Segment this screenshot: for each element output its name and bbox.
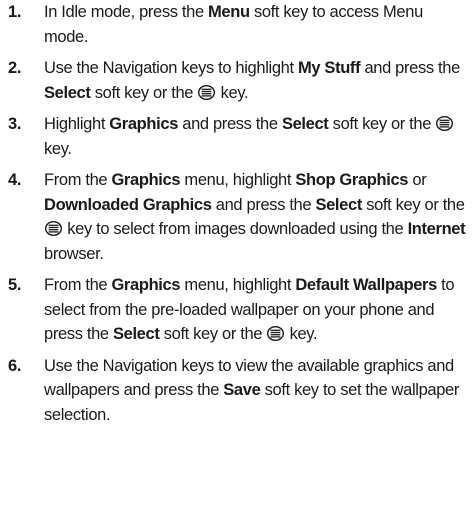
step-text-run: From the (44, 276, 112, 294)
step-text-run: and press the (360, 59, 460, 77)
step-item: 1. In Idle mode, press the Menu soft key … (0, 0, 474, 49)
step-text-run: key to select from images downloaded usi… (63, 220, 408, 238)
step-number: 5. (8, 276, 22, 294)
step-text-run: key. (44, 139, 72, 158)
step-number: 3. (8, 115, 22, 133)
step-number: 4. (8, 171, 22, 189)
step-number: 6. (8, 356, 22, 375)
step-text-run: menu, highlight (180, 276, 296, 294)
step-emphasis: Graphics (109, 115, 179, 133)
step-emphasis: Save (223, 381, 261, 399)
step-emphasis: Default Wallpapers (295, 276, 437, 294)
step-text: From the Graphics menu, highlight Shop G… (44, 171, 466, 263)
step-item: 5. From the Graphics menu, highlight Defa… (0, 273, 474, 347)
step-text-run: browser. (44, 244, 104, 263)
step-text-run: and press the (211, 195, 316, 214)
step-emphasis: Graphics (111, 171, 181, 189)
step-text-run: key. (216, 83, 249, 102)
step-text-run: menu, highlight (180, 171, 296, 189)
step-item: 3. Highlight Graphics and press the Selec… (0, 112, 474, 161)
step-text: Use the Navigation keys to view the avai… (44, 357, 459, 424)
step-emphasis: Downloaded Graphics (44, 195, 212, 214)
step-emphasis: Internet (407, 220, 466, 238)
step-text-run: Highlight (44, 115, 110, 133)
step-emphasis: Shop Graphics (295, 171, 409, 189)
step-text-run: From the (44, 171, 112, 189)
step-item: 4. From the Graphics menu, highlight Shop… (0, 168, 474, 266)
step-item: 6. Use the Navigation keys to view the av… (0, 354, 474, 428)
step-emphasis: Select (315, 195, 362, 214)
step-text-run: soft key or the (90, 83, 198, 102)
step-number: 2. (8, 59, 22, 77)
step-text-run: In Idle mode, press the (44, 3, 209, 21)
step-text-run: or (408, 171, 427, 189)
step-text: From the Graphics menu, highlight Defaul… (44, 276, 455, 343)
step-text-run: and press the (178, 115, 282, 133)
step-emphasis: Select (281, 115, 329, 133)
step-emphasis: Menu (208, 3, 250, 21)
instruction-steps: 1. In Idle mode, press the Menu soft key … (0, 0, 474, 427)
step-text: In Idle mode, press the Menu soft key to… (44, 3, 423, 46)
step-text-run: Use the Navigation keys to highlight (44, 59, 298, 77)
ok-key-icon (436, 114, 454, 132)
step-text-run: soft key or the (159, 325, 267, 343)
step-item: 2. Use the Navigation keys to highlight M… (0, 56, 474, 105)
ok-key-icon (44, 219, 63, 237)
step-emphasis: Select (112, 325, 160, 343)
ok-key-icon (198, 83, 216, 100)
ok-key-icon (267, 324, 285, 342)
step-text-run: soft key or the (328, 115, 436, 133)
step-emphasis: Select (44, 83, 91, 102)
step-number: 1. (8, 3, 22, 21)
step-emphasis: My Stuff (297, 59, 361, 77)
step-text-run: key. (285, 325, 318, 343)
step-text-run: soft key or the (361, 195, 465, 214)
step-text: Highlight Graphics and press the Select … (44, 115, 454, 158)
step-emphasis: Graphics (111, 276, 181, 294)
step-text: Use the Navigation keys to highlight My … (44, 59, 460, 102)
